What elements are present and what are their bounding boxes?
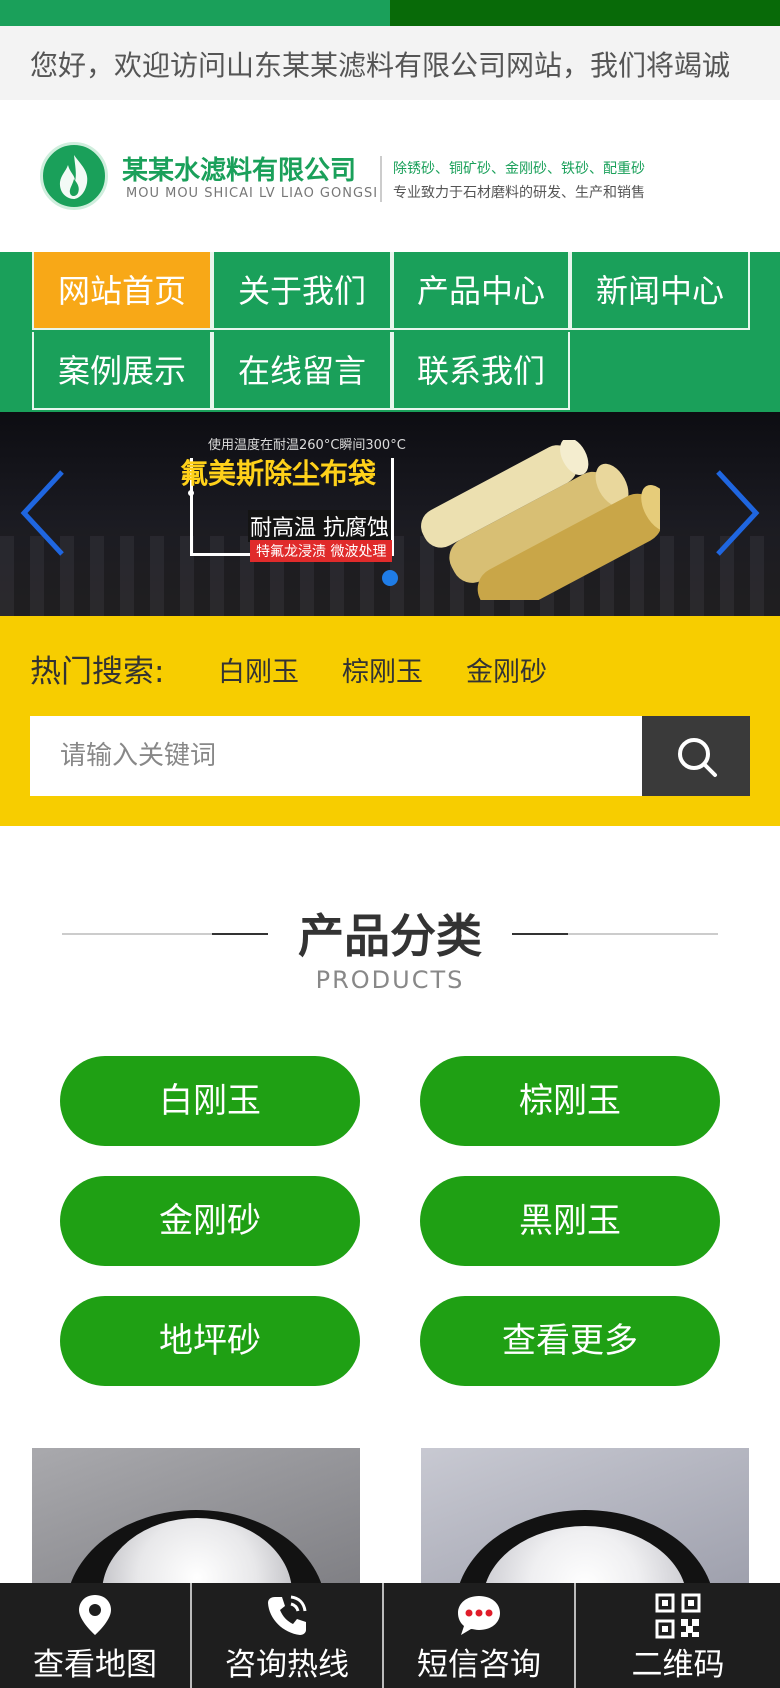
nav-item-news[interactable]: 新闻中心 [570, 252, 750, 330]
view-more-button[interactable]: 查看更多 [420, 1296, 720, 1386]
welcome-bar: 您好，欢迎访问山东某某滤料有限公司网站，我们将竭诚 [0, 26, 780, 100]
search-icon [678, 738, 717, 777]
search-input[interactable] [30, 716, 642, 796]
main-nav: 网站首页 关于我们 产品中心 新闻中心 案例展示 在线留言 联系我们 [0, 252, 780, 412]
banner-bulb-dot [188, 490, 194, 496]
brand-name-cn[interactable]: 某某水滤料有限公司 [122, 150, 356, 187]
phone-icon [268, 1595, 307, 1635]
nav-item-about[interactable]: 关于我们 [212, 252, 392, 330]
sms-button[interactable]: 短信咨询 [384, 1583, 576, 1688]
category-button[interactable]: 白刚玉 [60, 1056, 360, 1146]
top-color-bar [0, 0, 780, 26]
flame-logo-icon[interactable] [40, 142, 108, 210]
banner-small-text: 使用温度在耐温260°C瞬间300°C [208, 438, 406, 453]
filter-bags-image [421, 440, 660, 600]
footer-label-hotline: 咨询热线 [225, 1647, 349, 1683]
category-button[interactable]: 金刚砂 [60, 1176, 360, 1266]
products-subtitle: PRODUCTS [315, 966, 465, 994]
brand-name-en: MOU MOU SHICAI LV LIAO GONGSI [126, 186, 379, 201]
products-title: 产品分类 [298, 909, 482, 963]
qr-code-button[interactable]: 二维码 [576, 1583, 780, 1688]
nav-item-cases[interactable]: 案例展示 [32, 332, 212, 410]
welcome-text: 您好，欢迎访问山东某某滤料有限公司网站，我们将竭诚 [30, 49, 731, 82]
qr-code-icon [655, 1593, 701, 1639]
footer-label-map: 查看地图 [33, 1647, 157, 1683]
banner-subtitle: 耐高温 抗腐蚀 [248, 510, 391, 542]
hot-search-label: 热门搜索: [30, 654, 165, 690]
nav-item-products[interactable]: 产品中心 [392, 252, 570, 330]
nav-item-home[interactable]: 网站首页 [32, 252, 212, 330]
map-pin-icon [79, 1595, 111, 1635]
category-button[interactable]: 黑刚玉 [420, 1176, 720, 1266]
hot-search-section: 热门搜索: 白刚玉 棕刚玉 金刚砂 [0, 616, 780, 826]
slide-indicator-dot[interactable] [382, 570, 398, 586]
footer-label-qr: 二维码 [631, 1647, 725, 1683]
banner-tag: 特氟龙浸渍 微波处理 [250, 540, 393, 562]
bottom-action-bar: 查看地图 咨询热线 短信咨询 二维码 [0, 1583, 780, 1688]
hot-link-brown-corundum[interactable]: 棕刚玉 [342, 650, 423, 689]
hot-link-white-corundum[interactable]: 白刚玉 [218, 650, 299, 689]
chat-bubble-icon [458, 1596, 500, 1635]
slogan-products: 除锈砂、铜矿砂、金刚砂、铁砂、配重砂 [393, 161, 645, 177]
prev-slide-icon[interactable] [18, 468, 68, 558]
brand-divider [380, 156, 382, 202]
slogan-mission: 专业致力于石材磨料的研发、生产和销售 [393, 185, 645, 201]
nav-item-contact[interactable]: 联系我们 [392, 332, 570, 410]
footer-label-sms: 短信咨询 [417, 1647, 541, 1683]
top-bar-right [390, 0, 780, 26]
hotline-button[interactable]: 咨询热线 [192, 1583, 384, 1688]
top-bar-left [0, 0, 390, 26]
view-map-button[interactable]: 查看地图 [0, 1583, 192, 1688]
search-button[interactable] [642, 716, 750, 796]
next-slide-icon[interactable] [712, 468, 762, 558]
banner-slider[interactable]: 使用温度在耐温260°C瞬间300°C 氟美斯除尘布袋 耐高温 抗腐蚀 特氟龙浸… [0, 412, 780, 616]
banner-title: 氟美斯除尘布袋 [180, 457, 377, 490]
category-button[interactable]: 地坪砂 [60, 1296, 360, 1386]
site-header [0, 100, 780, 252]
category-button[interactable]: 棕刚玉 [420, 1056, 720, 1146]
hot-link-emery[interactable]: 金刚砂 [466, 650, 547, 689]
nav-item-message[interactable]: 在线留言 [212, 332, 392, 410]
